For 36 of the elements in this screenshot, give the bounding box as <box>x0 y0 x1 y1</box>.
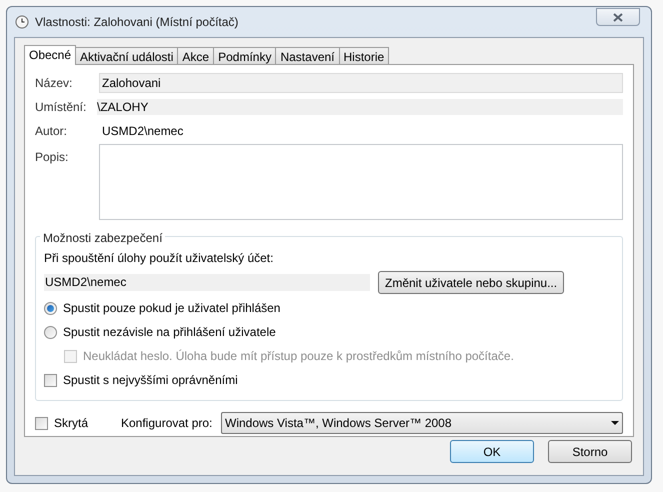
account-field: USMD2\nemec <box>44 274 370 291</box>
window-title: Vlastnosti: Zalohovani (Místní počítač) <box>35 14 238 31</box>
location-field: \ZALOHY <box>97 99 623 115</box>
dialog-button[interactable]: OK <box>450 440 534 463</box>
change-user-button[interactable]: Změnit uživatele nebo skupinu... <box>378 271 564 294</box>
tab[interactable]: Podmínky <box>213 47 276 65</box>
caret-icon <box>611 421 619 425</box>
dropdown-value: Windows Vista™, Windows Server™ 2008 <box>225 415 453 432</box>
radio-button[interactable] <box>44 326 57 338</box>
tab[interactable]: Akce <box>177 47 214 65</box>
configure-label: Konfigurovat pro: <box>121 415 214 432</box>
radio-button[interactable] <box>44 302 57 314</box>
close-icon <box>613 12 623 22</box>
tab[interactable]: Obecné <box>24 45 76 65</box>
option-label: Spustit nezávisle na přihlášení uživatele <box>63 324 276 341</box>
checkbox[interactable] <box>44 374 57 386</box>
clock-icon <box>15 15 29 29</box>
description-field[interactable] <box>99 144 623 220</box>
field-label: Název: <box>35 75 74 92</box>
hidden-label: Skrytá <box>54 415 90 432</box>
tab[interactable]: Historie <box>338 47 390 65</box>
account-label: Při spouštění úlohy použít uživatelský účet: <box>44 250 274 267</box>
author-value: USMD2\nemec <box>101 123 184 140</box>
dialog-button[interactable]: Storno <box>548 440 632 463</box>
close-button[interactable] <box>596 8 640 26</box>
field-label: Umístění: <box>35 99 88 116</box>
field-label: Popis: <box>35 149 70 166</box>
name-field[interactable]: Zalohovani <box>99 73 623 93</box>
checkbox[interactable] <box>35 416 48 430</box>
field-label: Autor: <box>35 123 68 140</box>
option-label: Spustit pouze pokud je uživatel přihlášen <box>63 300 280 317</box>
option-label: Spustit s nejvyššími oprávněními <box>63 372 238 389</box>
tab[interactable]: Aktivační události <box>75 47 178 65</box>
tab[interactable]: Nastavení <box>275 47 340 65</box>
option-label: Neukládat heslo. Úloha bude mít přístup pouze k prostředkům místního počítače. <box>83 348 514 365</box>
configure-dropdown[interactable]: Windows Vista™, Windows Server™ 2008 <box>221 412 623 434</box>
